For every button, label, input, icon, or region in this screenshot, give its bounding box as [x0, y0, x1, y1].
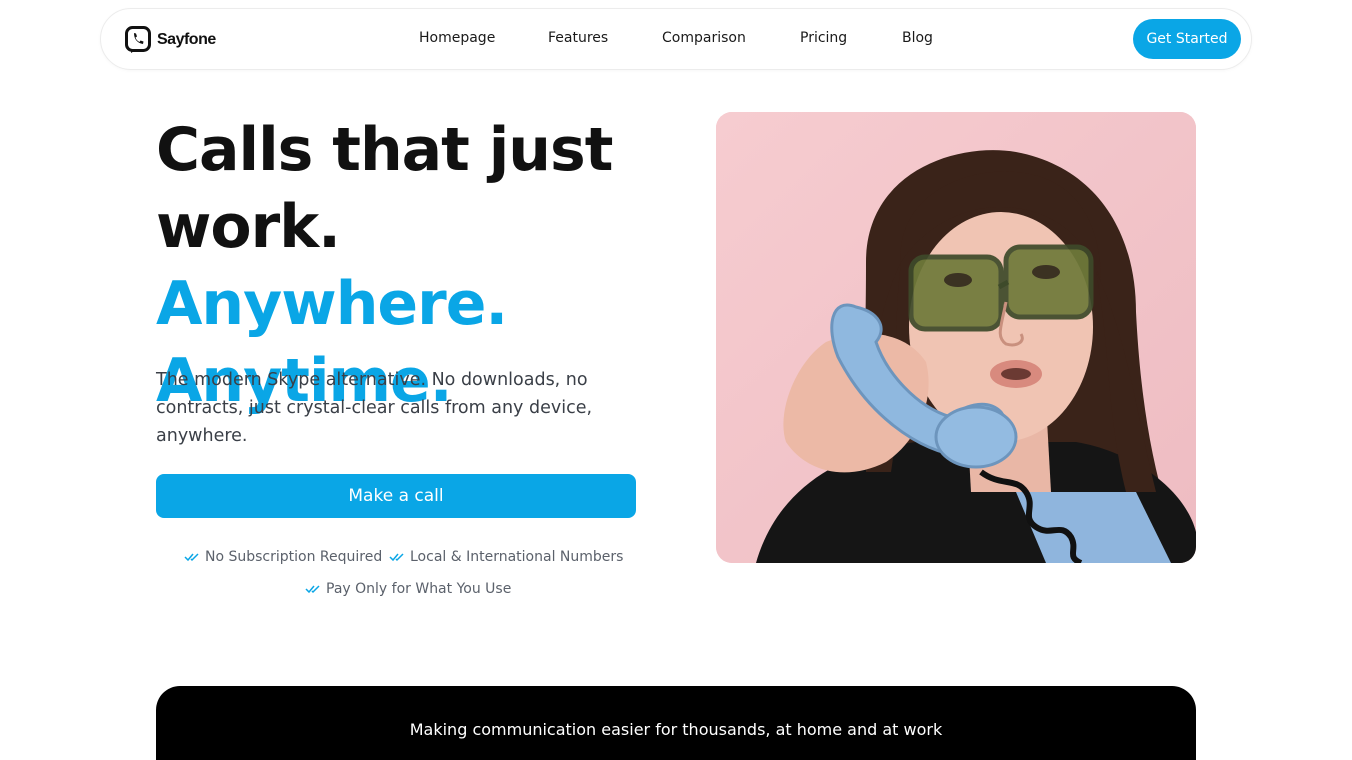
headline-line-2-plain: work.: [156, 192, 341, 262]
headline-line-2-accent: Anywhere.: [156, 269, 508, 339]
nav-link-blog[interactable]: Blog: [902, 30, 933, 46]
feature-local-international-numbers: Local & International Numbers: [389, 549, 623, 565]
headline-line-1: Calls that just: [156, 115, 613, 185]
woman-on-phone-illustration: [716, 112, 1196, 563]
feature-label: Pay Only for What You Use: [326, 581, 512, 597]
feature-label: No Subscription Required: [205, 549, 383, 565]
woman-on-phone-photo: [716, 112, 1196, 563]
feature-no-subscription: No Subscription Required: [184, 549, 382, 565]
get-started-button[interactable]: Get Started: [1133, 19, 1241, 59]
nav-link-pricing[interactable]: Pricing: [800, 30, 847, 46]
nav-link-comparison[interactable]: Comparison: [662, 30, 746, 46]
nav-links: Homepage Features Comparison Pricing Blo…: [101, 9, 1251, 69]
hero-subtext: The modern Skype alternative. No downloa…: [156, 370, 593, 446]
double-check-icon: [184, 553, 199, 562]
social-proof-banner: Making communication easier for thousand…: [156, 686, 1196, 760]
double-check-icon: [305, 585, 320, 594]
make-a-call-button[interactable]: Make a call: [156, 474, 636, 518]
nav-link-features[interactable]: Features: [548, 30, 608, 46]
banner-text: Making communication easier for thousand…: [409, 720, 943, 739]
top-navbar: Sayfone Homepage Features Comparison Pri…: [100, 8, 1252, 70]
feature-label: Local & International Numbers: [410, 549, 624, 565]
feature-pay-per-use: Pay Only for What You Use: [305, 581, 511, 597]
landing-page: Sayfone Homepage Features Comparison Pri…: [0, 0, 1352, 760]
double-check-icon: [389, 553, 404, 562]
nav-link-homepage[interactable]: Homepage: [419, 30, 495, 46]
